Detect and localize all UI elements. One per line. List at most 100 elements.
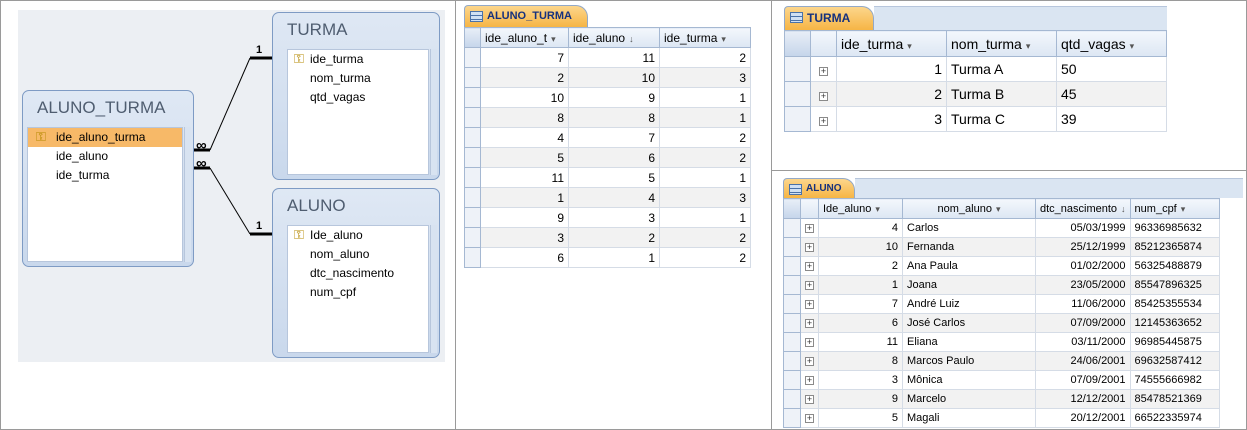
table-cell[interactable]: Eliana: [902, 332, 1036, 352]
table-cell[interactable]: 5: [818, 408, 903, 428]
table-cell[interactable]: 2: [659, 47, 751, 68]
table-cell[interactable]: Turma C: [946, 106, 1057, 132]
table-cell[interactable]: Ana Paula: [902, 256, 1036, 276]
table-row[interactable]: 322: [464, 227, 751, 248]
table-cell[interactable]: 6: [568, 147, 660, 168]
field[interactable]: nom_turma: [310, 69, 371, 88]
select-all-corner[interactable]: [464, 27, 481, 48]
table-cell[interactable]: 85547896325: [1129, 275, 1220, 295]
table-cell[interactable]: Joana: [902, 275, 1036, 295]
table-cell[interactable]: 07/09/2000: [1035, 313, 1131, 333]
table-cell[interactable]: 2: [818, 256, 903, 276]
table-cell[interactable]: 2: [659, 147, 751, 168]
table-row[interactable]: +10 Fernanda 25/12/1999 85212365874: [783, 237, 1220, 257]
table-row[interactable]: 472: [464, 127, 751, 148]
tab-aluno[interactable]: ALUNO: [783, 178, 855, 198]
table-cell[interactable]: 11: [568, 47, 660, 68]
table-cell[interactable]: 6: [480, 247, 569, 268]
table-cell[interactable]: 10: [568, 67, 660, 88]
row-selector[interactable]: [784, 81, 811, 107]
table-cell[interactable]: 39: [1056, 106, 1167, 132]
field[interactable]: ide_aluno: [56, 147, 108, 166]
row-selector[interactable]: [783, 294, 801, 314]
row-selector[interactable]: [783, 370, 801, 390]
table-cell[interactable]: 3: [480, 227, 569, 248]
field[interactable]: qtd_vagas: [310, 88, 365, 107]
field-primary-key[interactable]: ⚿ ide_turma: [290, 50, 363, 69]
table-cell[interactable]: André Luiz: [902, 294, 1036, 314]
field[interactable]: nom_aluno: [310, 245, 369, 264]
table-cell[interactable]: 3: [836, 106, 947, 132]
sort-filter-icon[interactable]: ▾: [875, 204, 880, 214]
table-cell[interactable]: 1: [480, 187, 569, 208]
table-row[interactable]: +2 Ana Paula 01/02/2000 56325488879: [783, 256, 1220, 276]
field[interactable]: dtc_nascimento: [310, 264, 394, 283]
table-cell[interactable]: 01/02/2000: [1035, 256, 1131, 276]
table-cell[interactable]: 6: [818, 313, 903, 333]
expand-plus-icon[interactable]: +: [819, 117, 828, 126]
row-selector[interactable]: [784, 56, 811, 82]
table-cell[interactable]: 11: [480, 167, 569, 188]
table-cell[interactable]: 8: [480, 107, 569, 128]
table-cell[interactable]: 74555666982: [1129, 370, 1220, 390]
table-cell[interactable]: 2: [659, 127, 751, 148]
column-header[interactable]: nom_aluno ▾: [902, 198, 1036, 219]
expand-plus-icon[interactable]: +: [805, 243, 814, 252]
table-cell[interactable]: 8: [818, 351, 903, 371]
table-row[interactable]: +3 Mônica 07/09/2001 74555666982: [783, 370, 1220, 390]
column-header[interactable]: nom_turma ▾: [946, 30, 1057, 57]
expand-plus-icon[interactable]: +: [819, 92, 828, 101]
filter-dropdown-icon[interactable]: ▾: [907, 41, 912, 51]
row-selector[interactable]: [464, 187, 481, 208]
table-cell[interactable]: 20/12/2001: [1035, 408, 1131, 428]
expand-plus-icon[interactable]: +: [805, 395, 814, 404]
table-cell[interactable]: 1: [659, 107, 751, 128]
expand-plus-icon[interactable]: +: [819, 67, 828, 76]
table-row[interactable]: +2 Turma B 45: [784, 81, 1167, 107]
table-cell[interactable]: 4: [480, 127, 569, 148]
select-all-corner[interactable]: [783, 198, 801, 219]
table-cell[interactable]: 1: [659, 87, 751, 108]
row-selector[interactable]: [783, 313, 801, 333]
table-cell[interactable]: 3: [568, 207, 660, 228]
row-selector[interactable]: [783, 408, 801, 428]
column-header[interactable]: qtd_vagas ▾: [1056, 30, 1167, 57]
table-row[interactable]: 2 10 3: [464, 67, 751, 88]
table-row[interactable]: 7 11 2: [464, 47, 751, 68]
table-row[interactable]: 931: [464, 207, 751, 228]
table-row[interactable]: +1 Joana 23/05/2000 85547896325: [783, 275, 1220, 295]
row-selector[interactable]: [464, 147, 481, 168]
table-cell[interactable]: 45: [1056, 81, 1167, 107]
table-cell[interactable]: 96985445875: [1129, 332, 1220, 352]
entity-scrollbar[interactable]: [430, 225, 437, 353]
row-selector[interactable]: [464, 107, 481, 128]
row-selector[interactable]: [464, 227, 481, 248]
table-cell[interactable]: 5: [568, 167, 660, 188]
expand-plus-icon[interactable]: +: [805, 281, 814, 290]
table-cell[interactable]: 25/12/1999: [1035, 237, 1131, 257]
column-header[interactable]: dtc_nascimento ↓: [1035, 198, 1131, 219]
table-cell[interactable]: 96336985632: [1129, 218, 1220, 238]
table-row[interactable]: +4 Carlos 05/03/1999 96336985632: [783, 218, 1220, 238]
table-cell[interactable]: 9: [818, 389, 903, 409]
table-row[interactable]: 881: [464, 107, 751, 128]
table-cell[interactable]: Marcelo: [902, 389, 1036, 409]
table-cell[interactable]: 3: [659, 67, 751, 88]
entity-scrollbar[interactable]: [184, 127, 191, 262]
table-row[interactable]: +11 Eliana 03/11/2000 96985445875: [783, 332, 1220, 352]
tab-turma[interactable]: TURMA: [784, 6, 874, 30]
table-row[interactable]: 10 9 1: [464, 87, 751, 108]
sort-filter-icon[interactable]: ▾: [1181, 204, 1186, 214]
expand-plus-icon[interactable]: +: [805, 357, 814, 366]
table-row[interactable]: 562: [464, 147, 751, 168]
expand-plus-icon[interactable]: +: [805, 338, 814, 347]
row-selector[interactable]: [464, 47, 481, 68]
table-cell[interactable]: 2: [568, 227, 660, 248]
expand-plus-icon[interactable]: +: [805, 262, 814, 271]
sort-filter-icon[interactable]: ↓: [1121, 204, 1126, 214]
table-cell[interactable]: 1: [659, 167, 751, 188]
table-cell[interactable]: José Carlos: [902, 313, 1036, 333]
table-cell[interactable]: 11: [818, 332, 903, 352]
expand-plus-icon[interactable]: +: [805, 224, 814, 233]
table-cell[interactable]: 5: [480, 147, 569, 168]
